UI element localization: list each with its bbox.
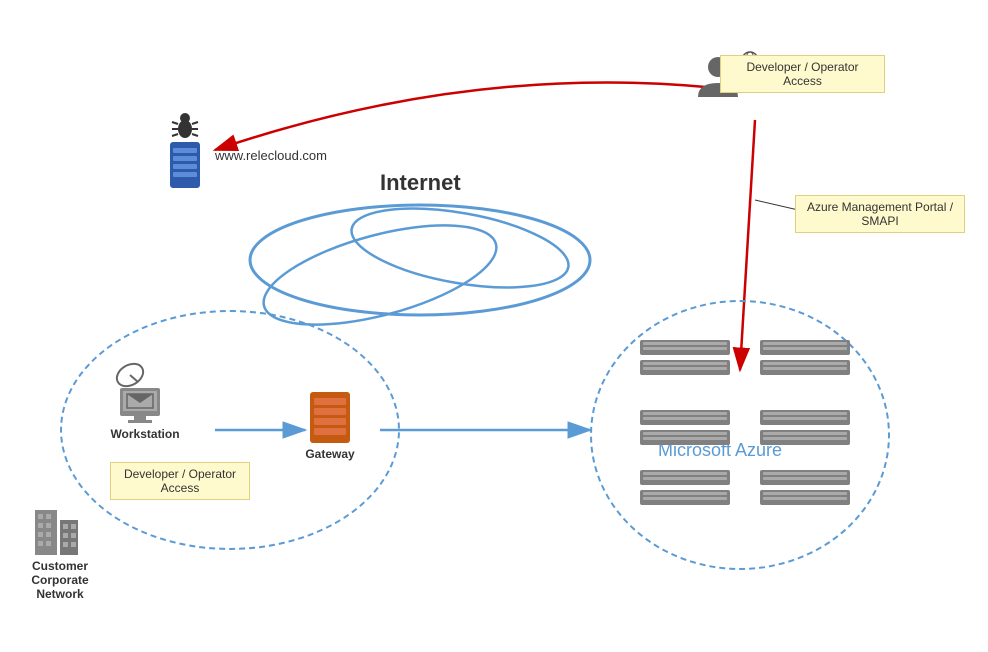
developer-operator-bottom-label: Developer / Operator Access [110,462,250,500]
workstation-container: Workstation [110,360,180,441]
gateway-icon [305,390,355,445]
web-server-icon-container [165,110,205,190]
workstation-icon [110,360,180,425]
azure-management-portal-label: Azure Management Portal / SMAPI [795,195,965,233]
server-racks-icon [630,330,870,540]
corporate-network-container: CustomerCorporateNetwork [30,495,90,601]
corporate-network-label: CustomerCorporateNetwork [31,559,88,601]
url-label: www.relecloud.com [215,148,327,163]
workstation-label: Workstation [110,427,179,441]
bug-icon [170,110,200,140]
gateway-container: Gateway [305,390,355,461]
diagram: Internet www.relecloud.com Microsoft Azu… [0,0,988,652]
internet-label: Internet [380,170,461,196]
book-server-icon [165,140,205,190]
gateway-label: Gateway [305,447,354,461]
azure-servers-container [630,330,870,540]
developer-operator-top-label: Developer / Operator Access [720,55,885,93]
building-icon [30,495,90,555]
